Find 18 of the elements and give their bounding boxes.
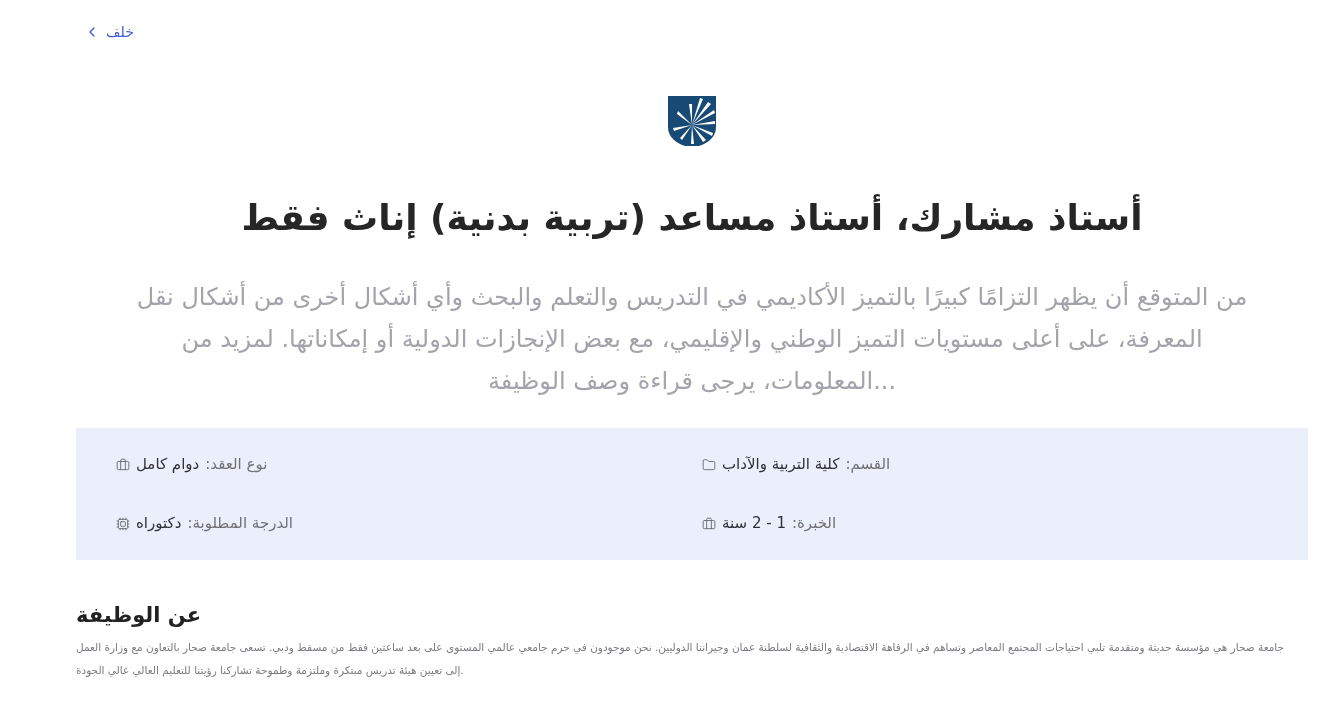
detail-value: دوام كامل [136,454,200,475]
detail-label: القسم: [845,454,891,475]
job-summary: من المتوقع أن يظهر التزامًا كبيرًا بالتميز الأكاديمي في التدريس والتعلم والبحث وأي أشكال أخرى من أشكال نقل المعرفة، على أعلى مستويات التميز الوطني والإقليمي، مع بعض الإنجازات الدولية أو إمكاناتها. لمزيد من المعلومات، يرجى قراءة وصف الوظيفة... [136,280,1248,397]
detail-value: دكتوراه [136,513,182,534]
back-link[interactable]: خلف [84,22,134,42]
folder-icon [702,457,716,472]
detail-value: كلية التربية والآداب [722,454,840,475]
detail-value: 1 - 2 سنة [722,513,786,534]
job-title: أستاذ مشارك، أستاذ مساعد (تربية بدنية) إناث فقط [76,190,1308,246]
briefcase-icon [116,457,130,472]
chip-icon [116,516,130,531]
detail-label: الخبرة: [791,513,837,534]
shield-logo-icon [668,96,716,146]
detail-label: نوع العقد: [205,454,268,475]
section-heading: عن الوظيفة [76,602,201,629]
detail-label: الدرجة المطلوبة: [187,513,293,534]
about-paragraph: جامعة صحار هي مؤسسة حديثة ومتقدمة تلبي احتياجات المجتمع المعاصر وتساهم في الرفاهة الاقتصادية والثقافية لسلطنة عمان وجيراننا الدوليين. نحن موجودون في حرم جامعي عالمي المستوى على بعد ساعتين فقط من مسقط ودبي. تسعى جامعة صحار بالتعاون مع وزارة العمل إلى تعيين هيئة تدريس مبتكرة وملتزمة وطموحة تشاركنا رؤيتنا للتعليم العالي عالي الجودة. [76,640,1286,679]
briefcase-icon [702,516,716,531]
